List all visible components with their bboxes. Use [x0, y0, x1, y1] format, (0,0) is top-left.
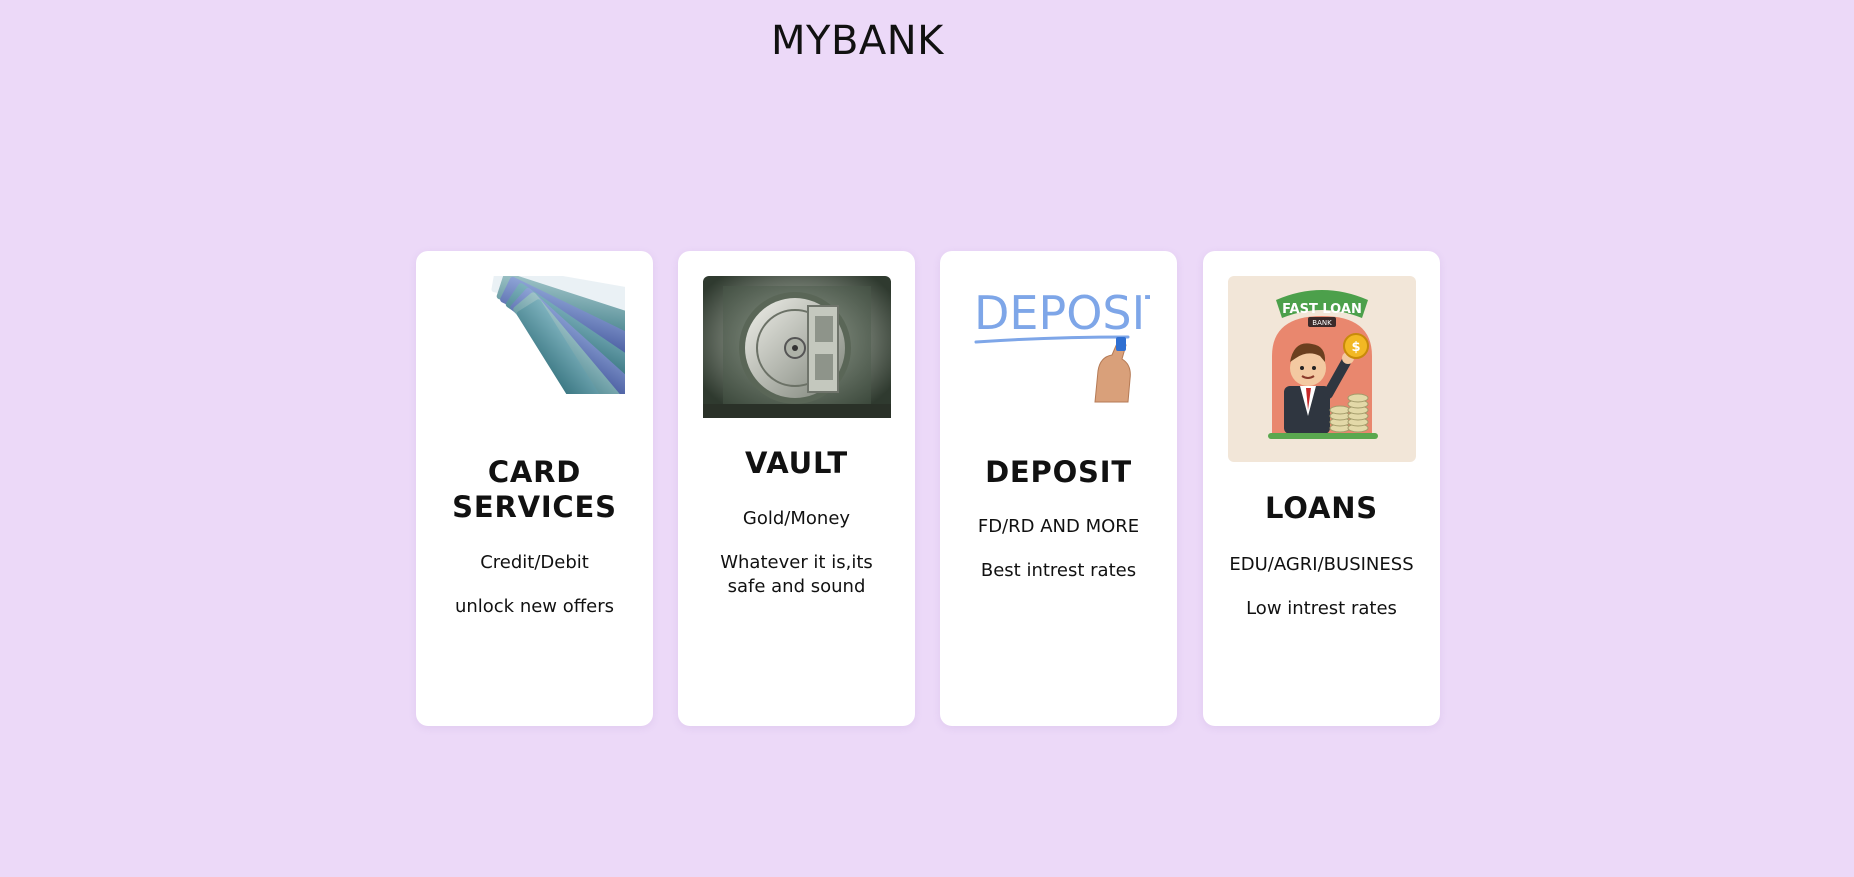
card-description: Whatever it is,its safe and sound: [720, 552, 873, 597]
card-services-card[interactable]: CARD SERVICES Credit/Debit unlock new of…: [416, 251, 653, 726]
deposit-card[interactable]: DEPOSIT DEPOSIT FD/RD AND MORE Best intr…: [940, 251, 1177, 726]
fast-loan-text: FAST LOAN: [1282, 302, 1362, 317]
bank-text: BANK: [1312, 319, 1332, 327]
vault-card[interactable]: VAULT Gold/Money Whatever it is,its safe…: [678, 251, 915, 726]
card-description: Low intrest rates: [1246, 598, 1397, 619]
card-subtitle: Gold/Money: [742, 508, 851, 529]
card-title: VAULT: [744, 446, 849, 480]
card-title: CARD SERVICES: [452, 455, 617, 524]
deposit-image-text: DEPOSIT: [974, 286, 1150, 340]
card-description: unlock new offers: [454, 596, 615, 617]
card-subtitle: FD/RD AND MORE: [977, 516, 1140, 537]
page-title: MYBANK: [771, 18, 944, 64]
card-description: Best intrest rates: [980, 560, 1137, 581]
vault-door-image: [703, 276, 891, 418]
svg-text:$: $: [1351, 340, 1360, 355]
deposit-writing-image: DEPOSIT: [974, 286, 1150, 403]
card-subtitle: EDU/AGRI/BUSINESS: [1229, 554, 1414, 575]
card-title: LOANS: [1265, 491, 1378, 525]
credit-cards-image: [444, 276, 625, 410]
card-title: DEPOSIT: [985, 455, 1132, 489]
fast-loan-image: FAST LOAN BANK $: [1228, 276, 1416, 462]
card-subtitle: Credit/Debit: [480, 552, 589, 573]
loans-card[interactable]: FAST LOAN BANK $ LOANS EDU/AGRI/BUSINESS: [1203, 251, 1440, 726]
